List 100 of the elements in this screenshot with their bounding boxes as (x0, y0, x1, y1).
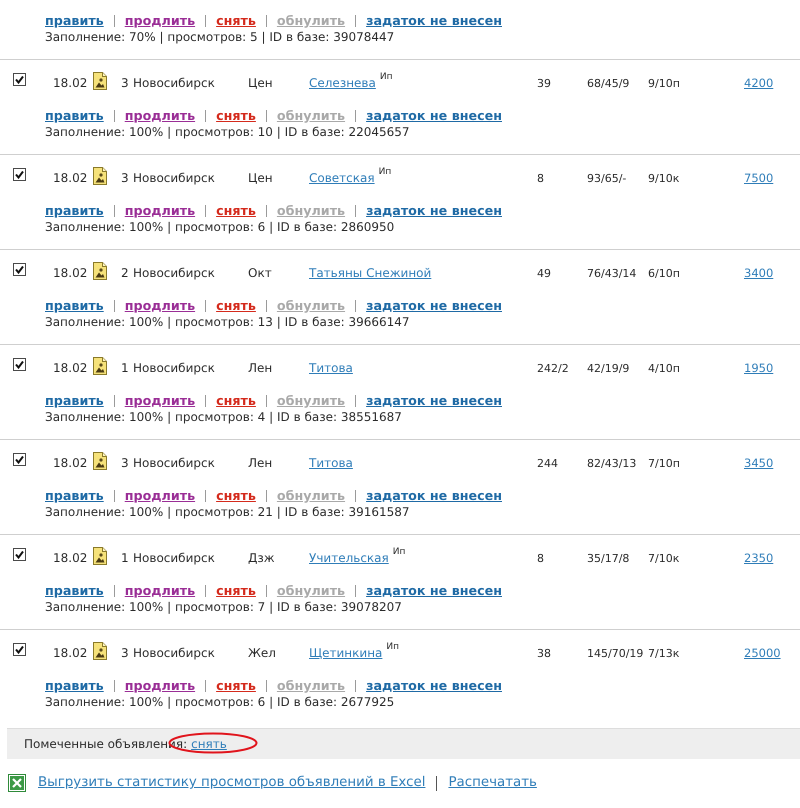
edit-link[interactable]: править (45, 392, 104, 409)
edit-link[interactable]: править (45, 487, 104, 504)
listing-stats: Заполнение: 70% | просмотров: 5 | ID в базе: 39078447 (45, 29, 394, 46)
checkbox[interactable] (13, 263, 26, 276)
deposit-link[interactable]: задаток не внесен (366, 297, 502, 314)
extend-link[interactable]: продлить (124, 392, 196, 409)
listing-district: Лен (248, 361, 272, 375)
edit-link[interactable]: править (45, 12, 104, 29)
deposit-link[interactable]: задаток не внесен (366, 107, 502, 124)
listing-house: 242/2 (537, 362, 569, 375)
street-link[interactable]: Селезнева (309, 74, 376, 92)
image-file-icon[interactable] (93, 547, 107, 565)
deposit-link[interactable]: задаток не внесен (366, 202, 502, 219)
listing-rooms: 1 (121, 551, 129, 565)
price-link[interactable]: 4200 (744, 76, 774, 90)
remove-link[interactable]: снять (216, 297, 256, 314)
street-link[interactable]: Татьяны Снежиной (309, 264, 432, 282)
listing-district: Дзж (248, 551, 275, 565)
export-excel-link[interactable]: Выгрузить статистику просмотров объявлений в Excel (38, 773, 426, 794)
deposit-link[interactable]: задаток не внесен (366, 487, 502, 504)
image-file-icon[interactable] (93, 357, 107, 375)
edit-link[interactable]: править (45, 107, 104, 124)
extend-link[interactable]: продлить (124, 582, 196, 599)
listing-district: Цен (248, 171, 273, 185)
listing-city: Новосибирск (133, 171, 215, 185)
spreadsheet-icon[interactable] (8, 774, 26, 792)
listing-rooms: 1 (121, 361, 129, 375)
edit-link[interactable]: править (45, 297, 104, 314)
edit-link[interactable]: править (45, 582, 104, 599)
listing-area: 42/19/9 (587, 362, 630, 375)
listing-stats: Заполнение: 100% | просмотров: 7 | ID в базе: 39078207 (45, 599, 402, 616)
edit-link[interactable]: править (45, 202, 104, 219)
checkbox[interactable] (13, 453, 26, 466)
extend-link[interactable]: продлить (124, 487, 196, 504)
price-link[interactable]: 1950 (744, 361, 774, 375)
listing-rooms: 3 (121, 646, 129, 660)
image-file-icon[interactable] (93, 262, 107, 280)
checkbox[interactable] (13, 168, 26, 181)
street-link[interactable]: Учительская (309, 549, 389, 567)
street-note: Ип (380, 72, 392, 82)
remove-link[interactable]: снять (216, 487, 256, 504)
deposit-link[interactable]: задаток не внесен (366, 582, 502, 599)
image-file-icon[interactable] (93, 167, 107, 185)
street-link[interactable]: Щетинкина (309, 644, 382, 662)
listing-date: 18.02 (53, 266, 88, 280)
price-link[interactable]: 3450 (744, 456, 774, 470)
deposit-link[interactable]: задаток не внесен (366, 392, 502, 409)
listing-stats: Заполнение: 100% | просмотров: 10 | ID в базе: 22045657 (45, 124, 410, 141)
price-link[interactable]: 7500 (744, 171, 774, 185)
listing-floor: 4/10п (648, 362, 680, 375)
street-link[interactable]: Титова (309, 359, 353, 377)
listing-date: 18.02 (53, 646, 88, 660)
listing-area: 93/65/- (587, 172, 626, 185)
price-link[interactable]: 3400 (744, 266, 774, 280)
deposit-link[interactable]: задаток не внесен (366, 12, 502, 29)
listing-area: 76/43/14 (587, 267, 636, 280)
listing-house: 38 (537, 647, 551, 660)
image-file-icon[interactable] (93, 642, 107, 660)
image-file-icon[interactable] (93, 452, 107, 470)
listing-stats: Заполнение: 100% | просмотров: 4 | ID в базе: 38551687 (45, 409, 402, 426)
listing-city: Новосибирск (133, 646, 215, 660)
remove-link[interactable]: снять (216, 202, 256, 219)
checkbox[interactable] (13, 358, 26, 371)
listing-district: Цен (248, 76, 273, 90)
price-link[interactable]: 2350 (744, 551, 774, 565)
checkbox[interactable] (13, 643, 26, 656)
listing-city: Новосибирск (133, 361, 215, 375)
extend-link[interactable]: продлить (124, 107, 196, 124)
listing-district: Окт (248, 266, 272, 280)
checkbox[interactable] (13, 73, 26, 86)
street-link[interactable]: Советская (309, 169, 375, 187)
edit-link[interactable]: править (45, 677, 104, 694)
listing-date: 18.02 (53, 171, 88, 185)
listing-city: Новосибирск (133, 266, 215, 280)
listing-area: 35/17/8 (587, 552, 630, 565)
listing-rooms: 3 (121, 171, 129, 185)
listing-house: 39 (537, 77, 551, 90)
extend-link[interactable]: продлить (124, 677, 196, 694)
listing-stats: Заполнение: 100% | просмотров: 6 | ID в базе: 2860950 (45, 219, 394, 236)
listing-rooms: 3 (121, 456, 129, 470)
checkbox[interactable] (13, 548, 26, 561)
remove-link[interactable]: снять (216, 392, 256, 409)
extend-link[interactable]: продлить (124, 297, 196, 314)
image-file-icon[interactable] (93, 72, 107, 90)
remove-link[interactable]: снять (216, 677, 256, 694)
street-link[interactable]: Титова (309, 454, 353, 472)
remove-link[interactable]: снять (216, 12, 256, 29)
extend-link[interactable]: продлить (124, 202, 196, 219)
remove-link[interactable]: снять (216, 107, 256, 124)
listing-house: 49 (537, 267, 551, 280)
listing-area: 82/43/13 (587, 457, 636, 470)
extend-link[interactable]: продлить (124, 12, 196, 29)
deposit-link[interactable]: задаток не внесен (366, 677, 502, 694)
street-note: Ип (386, 642, 400, 652)
listing-floor: 7/10п (648, 457, 680, 470)
print-link[interactable]: Распечатать (448, 773, 537, 794)
listing-rooms: 2 (121, 266, 129, 280)
listing-floor: 6/10п (648, 267, 680, 280)
remove-link[interactable]: снять (216, 582, 256, 599)
price-link[interactable]: 25000 (744, 646, 781, 660)
